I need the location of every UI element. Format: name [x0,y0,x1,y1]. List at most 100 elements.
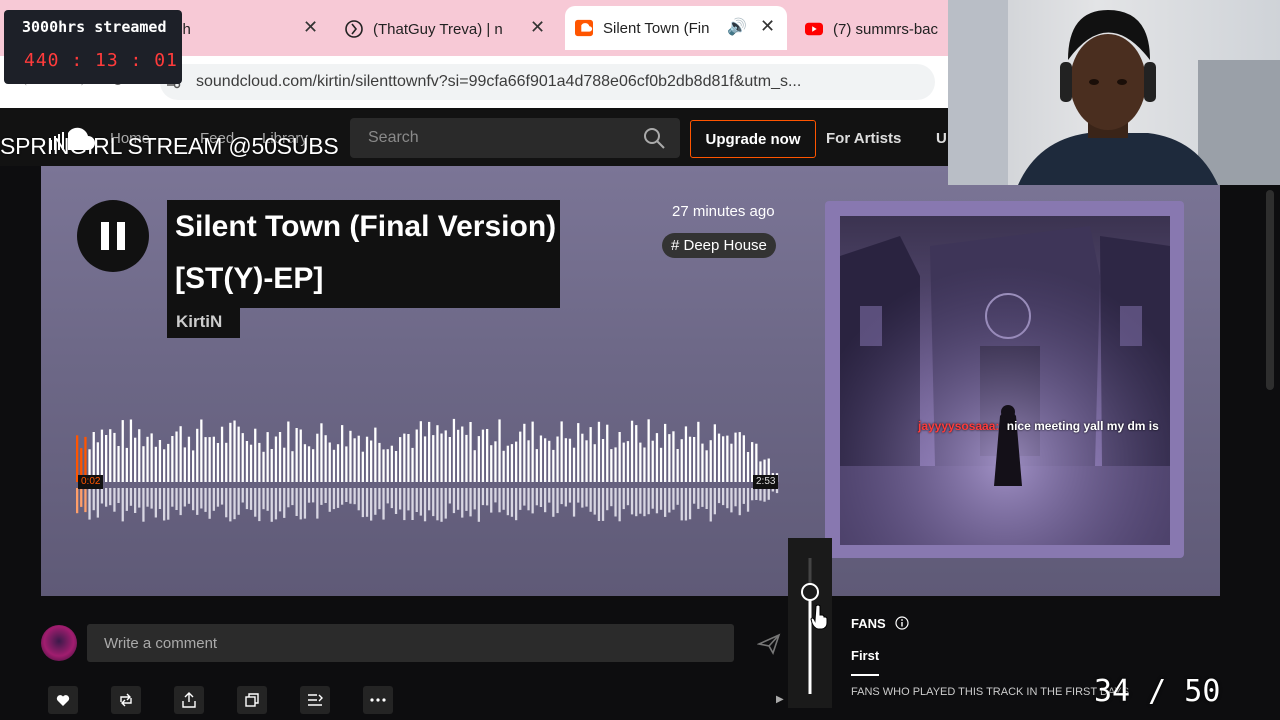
waveform-bar[interactable] [452,418,456,482]
waveform-bar[interactable] [142,446,145,482]
waveform-reflection-bar[interactable] [378,488,381,510]
waveform-bar[interactable] [357,435,360,482]
waveform-bar[interactable] [535,449,538,482]
waveform-bar[interactable] [717,433,721,482]
waveform-bar[interactable] [200,419,203,483]
waveform-bar[interactable] [643,447,646,483]
waveform-reflection-bar[interactable] [668,488,671,513]
waveform-reflection-bar[interactable] [415,488,418,512]
waveform-bar[interactable] [399,437,402,482]
waveform-bar[interactable] [539,435,543,483]
waveform-reflection-bar[interactable] [233,488,236,520]
waveform-reflection-bar[interactable] [548,488,551,503]
waveform-reflection-bar[interactable] [564,488,567,507]
waveform-reflection-bar[interactable] [622,488,625,510]
waveform-reflection-bar[interactable] [626,488,630,506]
waveform-bar[interactable] [730,443,733,482]
waveform-bar[interactable] [597,421,601,482]
waveform-reflection-bar[interactable] [726,488,729,509]
waveform-reflection-bar[interactable] [701,488,704,507]
waveform-reflection-bar[interactable] [76,488,79,514]
waveform-reflection-bar[interactable] [357,488,360,511]
waveform[interactable] [76,410,780,522]
waveform-bar[interactable] [146,436,149,482]
waveform-reflection-bar[interactable] [610,488,613,507]
waveform-bar[interactable] [192,450,195,482]
waveform-bar[interactable] [382,449,385,482]
like-button[interactable] [48,686,78,714]
waveform-reflection-bar[interactable] [171,488,174,507]
waveform-bar[interactable] [746,452,750,482]
waveform-reflection-bar[interactable] [109,488,112,506]
waveform-bar[interactable] [601,439,605,482]
waveform-reflection-bar[interactable] [477,488,480,522]
waveform-reflection-bar[interactable] [684,488,688,521]
waveform-reflection-bar[interactable] [440,488,443,522]
waveform-bar[interactable] [647,419,650,482]
waveform-bar[interactable] [407,434,410,482]
tab-3-close-icon[interactable]: ✕ [760,16,775,37]
waveform-reflection-bar[interactable] [307,488,311,503]
waveform-bar[interactable] [249,444,253,482]
waveform-reflection-bar[interactable] [394,488,398,514]
waveform-bar[interactable] [105,435,108,482]
waveform-bar[interactable] [498,419,501,482]
waveform-reflection-bar[interactable] [593,488,596,515]
waveform-bar[interactable] [552,449,555,482]
waveform-bar[interactable] [726,435,729,482]
waveform-reflection-bar[interactable] [88,488,91,520]
waveform-reflection-bar[interactable] [577,488,580,503]
waveform-reflection-bar[interactable] [187,488,191,504]
waveform-reflection-bar[interactable] [341,488,344,505]
waveform-bar[interactable] [332,449,336,482]
waveform-bar[interactable] [303,444,307,482]
waveform-bar[interactable] [121,420,124,482]
waveform-bar[interactable] [175,431,178,483]
waveform-bar[interactable] [312,449,315,482]
waveform-reflection-bar[interactable] [349,488,352,504]
waveform-bar[interactable] [150,433,153,482]
waveform-reflection-bar[interactable] [651,488,654,509]
waveform-reflection-bar[interactable] [519,488,522,510]
soundcloud-logo-icon[interactable] [48,124,96,156]
waveform-bar[interactable] [204,437,207,482]
waveform-bar[interactable] [494,441,497,482]
waveform-bar[interactable] [709,440,712,482]
waveform-bar[interactable] [510,444,514,482]
waveform-bar[interactable] [465,434,468,482]
play-small-icon[interactable]: ▶ [776,694,784,705]
waveform-reflection-bar[interactable] [531,488,534,514]
waveform-bar[interactable] [129,419,133,483]
waveform-reflection-bar[interactable] [163,488,166,521]
waveform-reflection-bar[interactable] [407,488,410,511]
header-trailing-link[interactable]: U [936,130,947,147]
waveform-reflection-bar[interactable] [676,488,679,505]
waveform-reflection-bar[interactable] [291,488,294,506]
waveform-bar[interactable] [113,432,116,482]
waveform-reflection-bar[interactable] [345,488,348,502]
waveform-reflection-bar[interactable] [664,488,667,517]
waveform-bar[interactable] [722,436,725,482]
waveform-reflection-bar[interactable] [266,488,269,511]
waveform-reflection-bar[interactable] [465,488,468,511]
waveform-reflection-bar[interactable] [84,488,87,513]
waveform-bar[interactable] [237,426,240,482]
waveform-reflection-bar[interactable] [299,488,302,520]
waveform-reflection-bar[interactable] [722,488,725,506]
waveform-reflection-bar[interactable] [328,488,331,512]
for-artists-link[interactable]: For Artists [826,130,901,147]
waveform-bar[interactable] [589,427,592,482]
waveform-reflection-bar[interactable] [113,488,116,512]
waveform-reflection-bar[interactable] [498,488,501,513]
waveform-reflection-bar[interactable] [320,488,323,505]
waveform-reflection-bar[interactable] [432,488,435,517]
waveform-bar[interactable] [328,442,331,483]
waveform-reflection-bar[interactable] [544,488,547,513]
share-button[interactable] [174,686,204,714]
waveform-reflection-bar[interactable] [717,488,721,504]
repost-button[interactable] [111,686,141,714]
waveform-reflection-bar[interactable] [196,488,199,515]
waveform-reflection-bar[interactable] [365,488,369,517]
waveform-reflection-bar[interactable] [312,488,315,503]
waveform-bar[interactable] [693,437,696,482]
